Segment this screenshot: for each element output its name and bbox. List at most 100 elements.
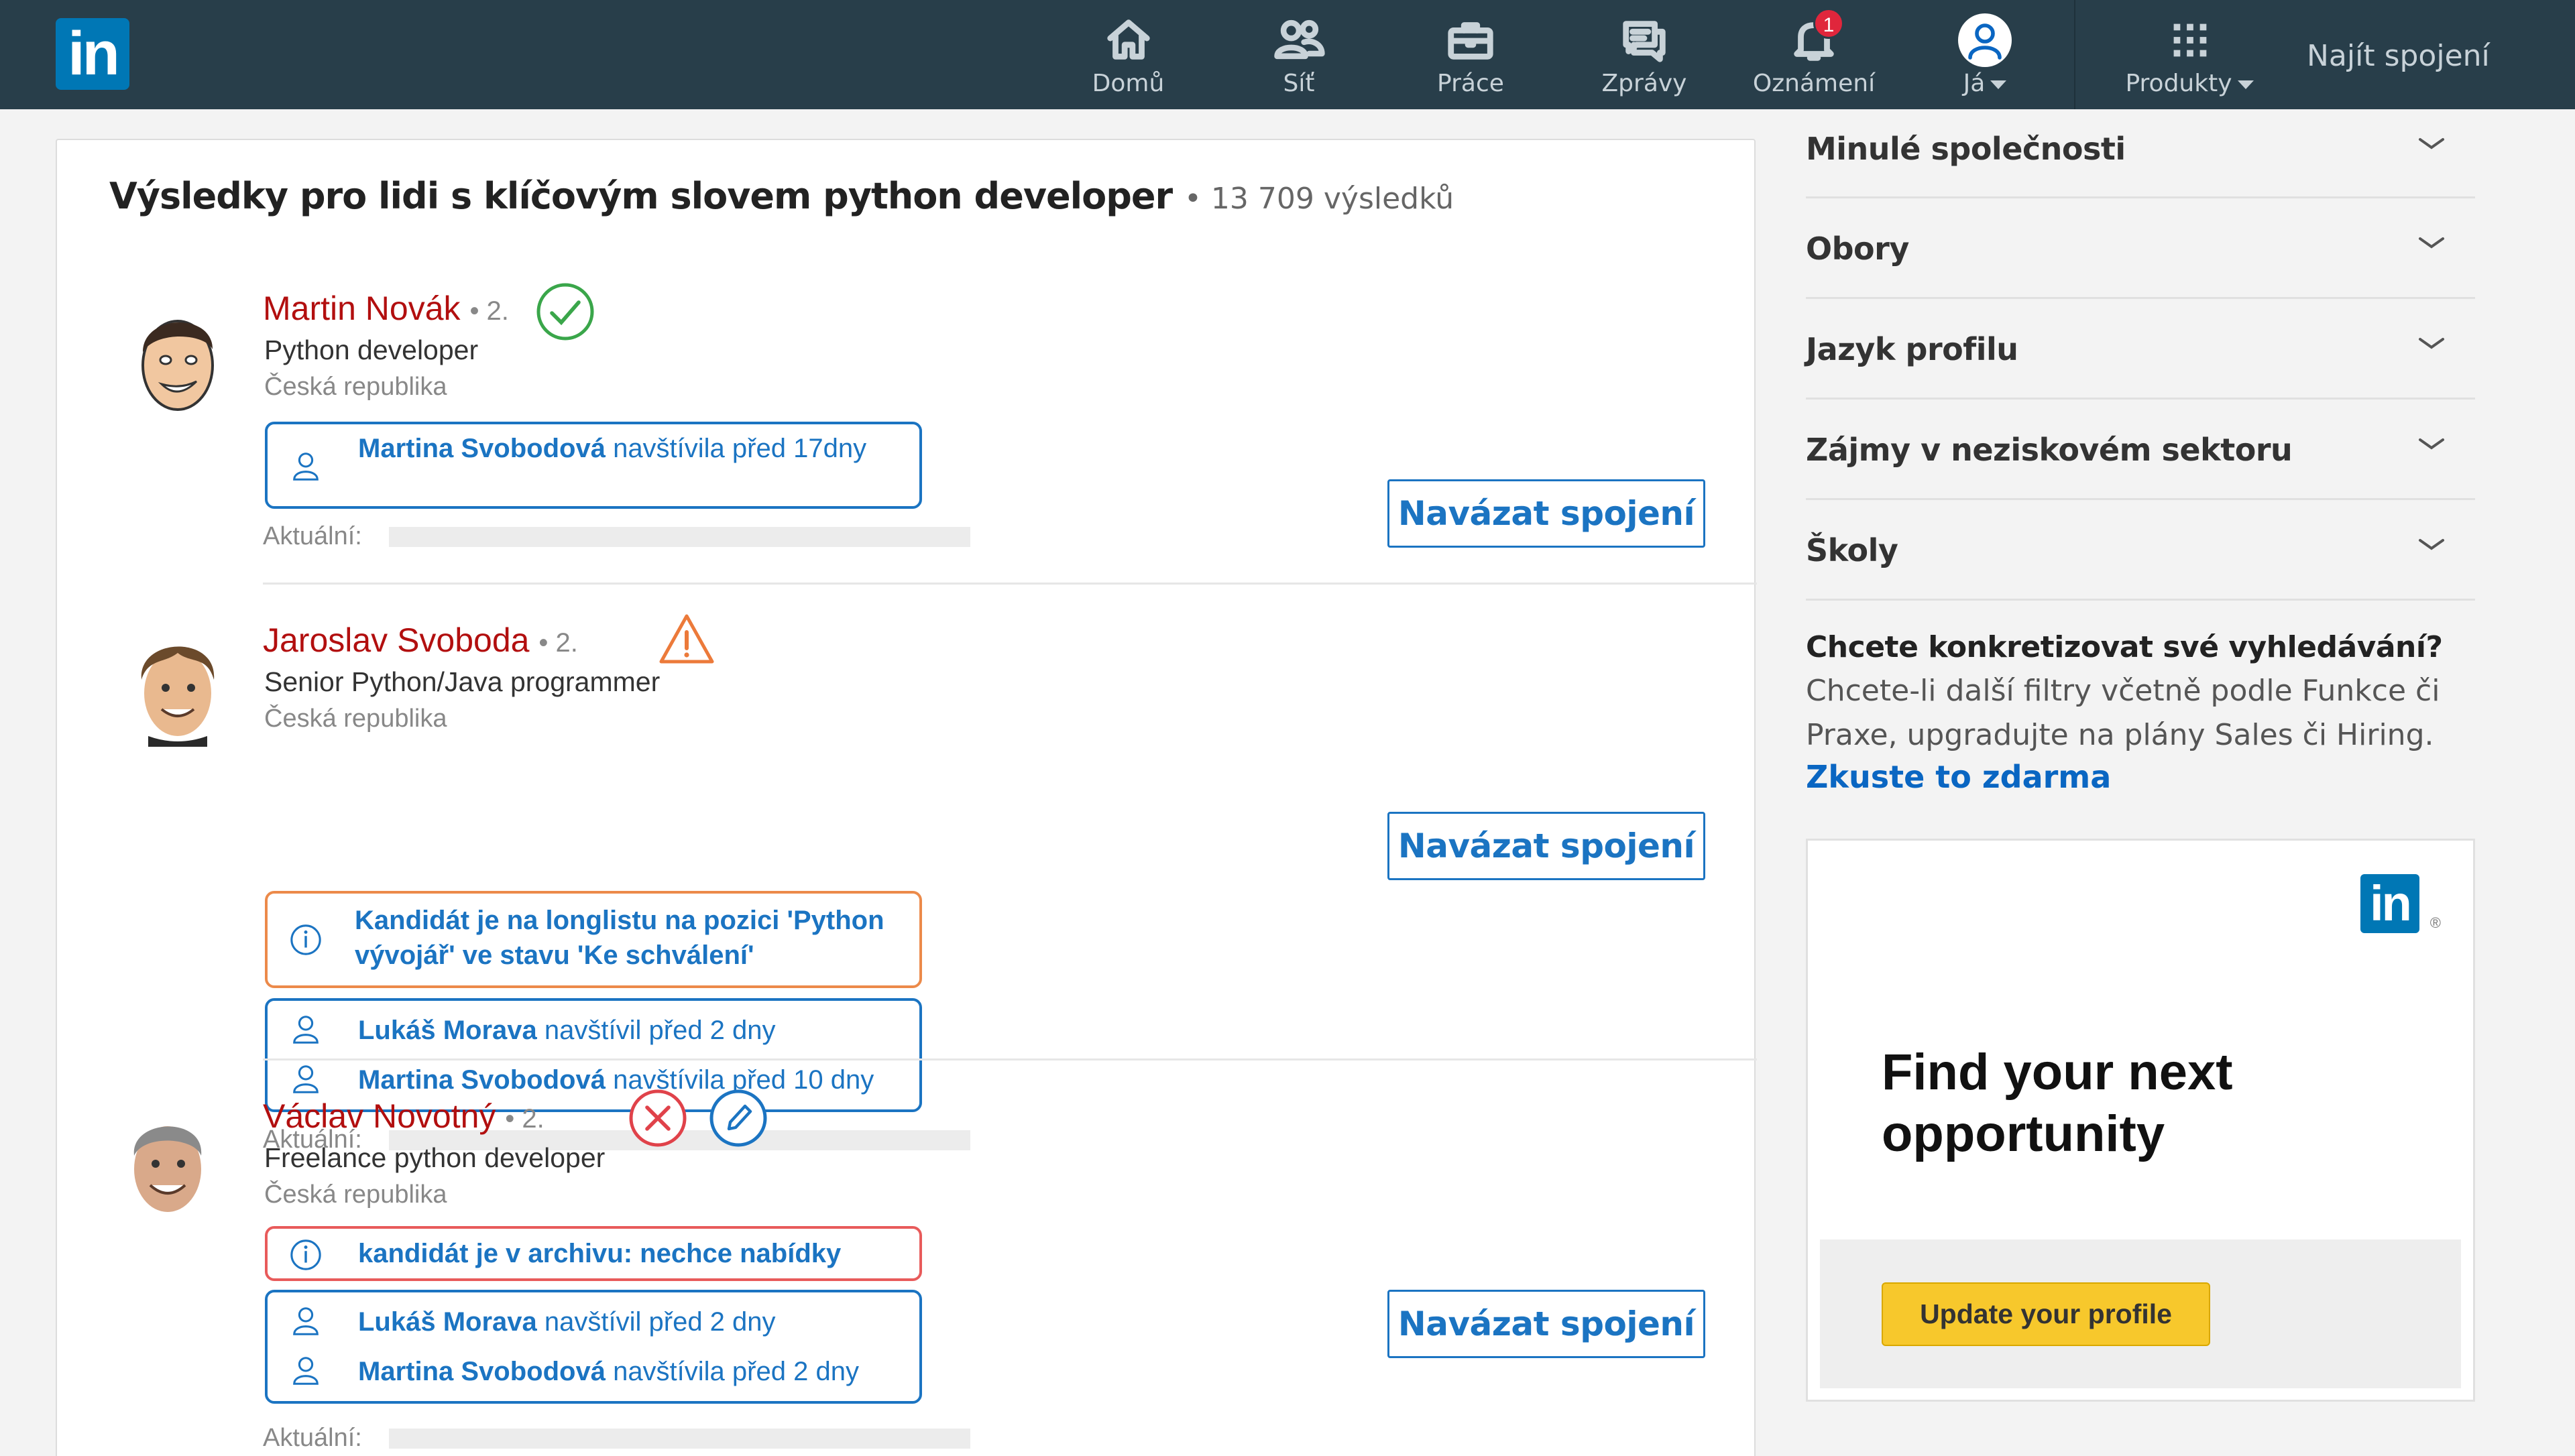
visit-text: Lukáš Morava navštívil před 2 dny xyxy=(358,1305,906,1339)
nav-notifications[interactable]: 1 Oznámení xyxy=(1750,8,1878,101)
connection-degree: • 2. xyxy=(505,1104,545,1134)
chevron-down-icon xyxy=(2419,237,2444,249)
chevron-down-icon xyxy=(2419,338,2444,349)
longlist-alert-box: Kandidát je na longlistu na pozici 'Pyth… xyxy=(265,891,922,988)
caret-down-icon xyxy=(2237,80,2254,89)
profile-photo[interactable] xyxy=(114,1102,221,1223)
alert-text: Kandidát je na longlistu na pozici 'Pyth… xyxy=(355,906,884,970)
person-location: Česká republika xyxy=(264,705,447,733)
visitor-name[interactable]: Martina Svobodová xyxy=(358,1357,606,1386)
filter-label: Minulé společnosti xyxy=(1806,131,2126,167)
nav-notifications-label: Oznámení xyxy=(1752,70,1876,97)
visit-row: Martina Svobodová navštívila před 2 dny xyxy=(268,1349,919,1396)
filter-industries[interactable]: Obory xyxy=(1806,198,2475,299)
update-profile-button[interactable]: Update your profile xyxy=(1882,1282,2210,1346)
nav-divider xyxy=(2074,0,2075,109)
ad-cta-area: Update your profile xyxy=(1820,1239,2461,1388)
visit-detail: navštívil před 2 dny xyxy=(536,1016,776,1045)
person-name-line: Martin Novák • 2. xyxy=(263,289,509,328)
archive-alert-box: kandidát je v archivu: nechce nabídky xyxy=(265,1226,922,1281)
person-icon xyxy=(293,1357,319,1385)
linkedin-logo: in xyxy=(2360,874,2419,933)
current-label: Aktuální: xyxy=(263,1424,362,1452)
visitor-name[interactable]: Lukáš Morava xyxy=(358,1307,537,1337)
result-item: Václav Novotný • 2. Freelance python dev… xyxy=(57,1089,1757,1456)
connection-degree: • 2. xyxy=(538,628,578,658)
nav-jobs[interactable]: Práce xyxy=(1417,13,1524,101)
person-name-line: Václav Novotný • 2. xyxy=(263,1097,545,1136)
visitor-name[interactable]: Lukáš Morava xyxy=(358,1016,537,1045)
visit-row: Lukáš Morava navštívil před 2 dny xyxy=(268,1008,919,1054)
connection-degree: • 2. xyxy=(469,296,509,326)
top-nav: in Domů Síť Práce Zprávy 1 Oznámení Já P… xyxy=(0,0,2575,109)
filter-label: Obory xyxy=(1806,231,1909,267)
connect-button[interactable]: Navázat spojení xyxy=(1387,1290,1705,1358)
result-divider xyxy=(263,1058,1757,1060)
visit-row: Lukáš Morava navštívil před 2 dny xyxy=(268,1299,919,1346)
person-icon xyxy=(293,452,319,481)
visit-detail: navštívila před 2 dny xyxy=(605,1357,859,1386)
chevron-down-icon xyxy=(2419,539,2444,550)
current-placeholder-bar xyxy=(389,527,970,547)
filter-schools[interactable]: Školy xyxy=(1806,500,2475,601)
nav-products[interactable]: Produkty xyxy=(2112,13,2267,101)
results-count: • 13 709 výsledků xyxy=(1184,182,1454,216)
filter-profile-language[interactable]: Jazyk profilu xyxy=(1806,299,2475,400)
info-circle-icon xyxy=(290,1239,321,1270)
filter-label: Zájmy v neziskovém sektoru xyxy=(1806,432,2293,468)
linkedin-logo[interactable]: in xyxy=(56,18,129,90)
current-label: Aktuální: xyxy=(263,522,362,550)
visit-box: Martina Svobodová navštívila před 17dny xyxy=(265,422,922,509)
me-avatar-icon xyxy=(1931,13,2039,67)
bell-icon: 1 xyxy=(1788,8,1844,66)
result-item: Jaroslav Svoboda • 2. Senior Python/Java… xyxy=(57,613,1757,1154)
nav-me[interactable]: Já xyxy=(1931,13,2039,101)
reject-circle-icon[interactable] xyxy=(627,1087,689,1149)
visit-detail: navštívila před 17dny xyxy=(605,434,867,463)
nav-home-label: Domů xyxy=(1092,70,1165,97)
connect-button[interactable]: Navázat spojení xyxy=(1387,479,1705,548)
person-title: Senior Python/Java programmer xyxy=(264,666,661,697)
search-results-card: Výsledky pro lidi s klíčovým slovem pyth… xyxy=(56,139,1757,1456)
visit-text: Martina Svobodová navštívila před 2 dny xyxy=(358,1354,906,1389)
visitor-name[interactable]: Martina Svobodová xyxy=(358,434,606,463)
person-name[interactable]: Jaroslav Svoboda xyxy=(263,621,529,659)
profile-photo[interactable] xyxy=(124,626,231,747)
result-divider xyxy=(263,583,1757,585)
nav-messages[interactable]: Zprávy xyxy=(1591,13,1698,101)
person-icon xyxy=(293,1307,319,1335)
result-item: Martin Novák • 2. Python developer Česká… xyxy=(57,281,1757,629)
visit-detail: navštívil před 2 dny xyxy=(536,1307,776,1337)
nav-network-label: Síť xyxy=(1283,70,1315,97)
filter-label: Jazyk profilu xyxy=(1806,331,2018,367)
warning-triangle-icon[interactable] xyxy=(656,609,718,671)
upgrade-text: Chcete-li další filtry včetně podle Funk… xyxy=(1806,674,2440,752)
person-name[interactable]: Václav Novotný xyxy=(263,1097,496,1135)
connect-button[interactable]: Navázat spojení xyxy=(1387,812,1705,880)
find-connections-link[interactable]: Najít spojení xyxy=(2307,39,2490,73)
person-name-line: Jaroslav Svoboda • 2. xyxy=(263,621,578,660)
ad-banner[interactable]: in ® Find your next opportunity Update y… xyxy=(1806,839,2475,1402)
person-name[interactable]: Martin Novák xyxy=(263,290,461,327)
nav-network[interactable]: Síť xyxy=(1249,13,1349,101)
profile-photo[interactable] xyxy=(124,301,231,422)
current-placeholder-bar xyxy=(389,1429,970,1449)
chevron-down-icon xyxy=(2419,138,2444,149)
person-location: Česká republika xyxy=(264,1180,447,1209)
filter-past-companies[interactable]: Minulé společnosti xyxy=(1806,107,2475,198)
results-heading: Výsledky pro lidi s klíčovým slovem pyth… xyxy=(109,175,1454,217)
ad-headline: Find your next opportunity xyxy=(1882,1044,2233,1162)
jobs-icon xyxy=(1417,13,1524,66)
nav-jobs-label: Práce xyxy=(1437,70,1504,97)
check-circle-icon[interactable] xyxy=(534,281,596,343)
results-heading-text: Výsledky pro lidi s klíčovým slovem pyth… xyxy=(109,175,1173,217)
nav-home[interactable]: Domů xyxy=(1076,13,1180,101)
filter-nonprofit-interests[interactable]: Zájmy v neziskovém sektoru xyxy=(1806,400,2475,500)
nav-products-label: Produkty xyxy=(2112,70,2267,97)
visit-text: Martina Svobodová navštívila před 17dny xyxy=(358,431,906,466)
try-free-link[interactable]: Zkuste to zdarma xyxy=(1806,759,2111,795)
grid-icon xyxy=(2112,13,2267,66)
registered-mark: ® xyxy=(2429,914,2441,931)
edit-pencil-icon[interactable] xyxy=(707,1087,769,1149)
visit-text: Lukáš Morava navštívil před 2 dny xyxy=(358,1013,906,1048)
